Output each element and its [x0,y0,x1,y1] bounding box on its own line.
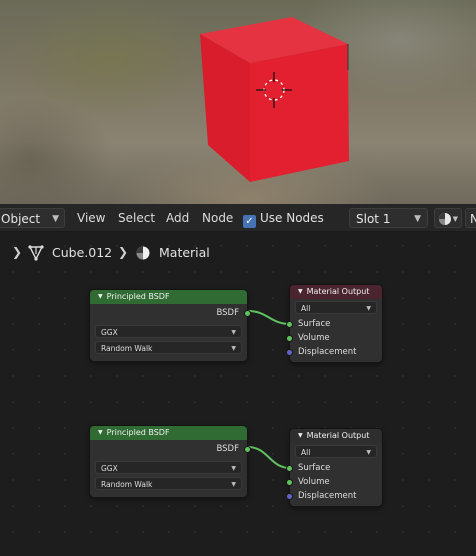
chevron-down-icon: ▼ [231,329,236,336]
bsdf-output-row: BSDF [90,306,251,320]
displacement-input-label: Displacement [298,347,357,357]
new-material-label: N [470,212,476,226]
bsdf-output-label: BSDF [216,308,239,318]
subsurface-method-dropdown[interactable]: Random Walk ▼ [95,341,242,354]
mesh-object-icon [28,245,44,261]
material-output-node[interactable]: ▼ Material Output All ▼ Surface Volume Di… [286,285,382,362]
subsurface-method-label: Random Walk [101,344,153,353]
chevron-down-icon: ▼ [366,449,371,456]
slot-dropdown[interactable]: Slot 1 ▼ [349,208,428,228]
breadcrumb: ❯ Cube.012 ❯ Material [0,241,476,265]
volume-input-label: Volume [298,477,330,487]
cube-side-face [250,44,349,182]
object-mode-label: Object [1,212,41,226]
surface-input-row: Surface [286,317,382,331]
surface-input-label: Surface [298,463,331,473]
target-label: All [301,304,311,313]
volume-input-socket[interactable] [286,478,293,486]
node-header[interactable]: ▼ Material Output [290,429,382,443]
chevron-down-icon: ▼ [231,465,236,472]
breadcrumb-object[interactable]: Cube.012 [52,245,112,260]
chevron-down-icon: ▼ [452,215,458,223]
viewport-canvas [200,17,349,182]
chevron-down-icon[interactable]: ▼ [98,426,103,440]
chevron-down-icon[interactable]: ▼ [298,285,303,299]
use-nodes-label: Use Nodes [260,211,324,225]
target-label: All [301,448,311,457]
principled-bsdf-node[interactable]: ▼ Principled BSDF BSDF GGX ▼ Random Walk … [90,426,251,497]
chevron-right-icon: ❯ [12,245,23,259]
3d-viewport[interactable] [0,0,476,204]
select-menu[interactable]: Select [118,208,155,228]
distribution-label: GGX [101,328,118,337]
checkbox-checked-icon[interactable]: ✓ [243,215,256,228]
displacement-input-socket[interactable] [286,348,293,356]
volume-input-label: Volume [298,333,330,343]
subsurface-method-label: Random Walk [101,480,153,489]
distribution-label: GGX [101,464,118,473]
distribution-dropdown[interactable]: GGX ▼ [95,325,242,338]
volume-input-socket[interactable] [286,334,293,342]
chevron-down-icon[interactable]: ▼ [98,290,103,304]
use-nodes-toggle[interactable]: ✓ Use Nodes [243,208,324,228]
node-title: Material Output [306,287,370,296]
material-sphere-icon [136,246,150,260]
breadcrumb-material[interactable]: Material [159,245,210,260]
target-dropdown[interactable]: All ▼ [295,445,377,458]
surface-input-label: Surface [298,319,331,329]
chevron-right-icon: ❯ [118,245,129,259]
displacement-input-row: Displacement [286,345,382,359]
subsurface-method-dropdown[interactable]: Random Walk ▼ [95,477,242,490]
node-links [247,310,291,469]
slot-label: Slot 1 [356,212,391,226]
chevron-down-icon: ▼ [231,345,236,352]
node-editor-canvas[interactable]: ❯ Cube.012 ❯ Material ▼ Principled BSDF B… [0,233,476,556]
node-menu[interactable]: Node [202,208,233,228]
add-menu[interactable]: Add [166,208,189,228]
node-editor-header: Object ▼ View Select Add Node ✓ Use Nodes… [0,204,476,232]
new-material-button[interactable]: N [465,208,476,228]
bsdf-output-socket[interactable] [244,309,251,317]
target-dropdown[interactable]: All ▼ [295,301,377,314]
bsdf-output-socket[interactable] [244,445,251,453]
bsdf-output-label: BSDF [216,444,239,454]
chevron-down-icon: ▼ [366,305,371,312]
distribution-dropdown[interactable]: GGX ▼ [95,461,242,474]
node-link-bottom [247,446,291,469]
chevron-down-icon[interactable]: ▼ [298,429,303,443]
surface-input-socket[interactable] [286,464,293,472]
node-header[interactable]: ▼ Principled BSDF [90,290,247,304]
bsdf-output-row: BSDF [90,442,251,456]
node-title: Principled BSDF [106,428,170,437]
surface-input-socket[interactable] [286,320,293,328]
chevron-down-icon: ▼ [52,214,59,224]
principled-bsdf-node[interactable]: ▼ Principled BSDF BSDF GGX ▼ Random Walk … [90,290,251,361]
surface-input-row: Surface [286,461,382,475]
node-link-top [247,310,291,325]
material-browse-dropdown[interactable]: ▼ [434,208,462,228]
volume-input-row: Volume [286,475,382,489]
displacement-input-label: Displacement [298,491,357,501]
node-header[interactable]: ▼ Material Output [290,285,382,299]
node-title: Material Output [306,431,370,440]
node-header[interactable]: ▼ Principled BSDF [90,426,247,440]
chevron-down-icon: ▼ [231,481,236,488]
displacement-input-socket[interactable] [286,492,293,500]
material-output-node[interactable]: ▼ Material Output All ▼ Surface Volume Di… [286,429,382,506]
chevron-down-icon: ▼ [414,214,421,224]
material-sphere-icon [439,213,451,225]
object-mode-dropdown[interactable]: Object ▼ [0,208,65,228]
volume-input-row: Volume [286,331,382,345]
node-title: Principled BSDF [106,292,170,301]
displacement-input-row: Displacement [286,489,382,503]
view-menu[interactable]: View [77,208,105,228]
